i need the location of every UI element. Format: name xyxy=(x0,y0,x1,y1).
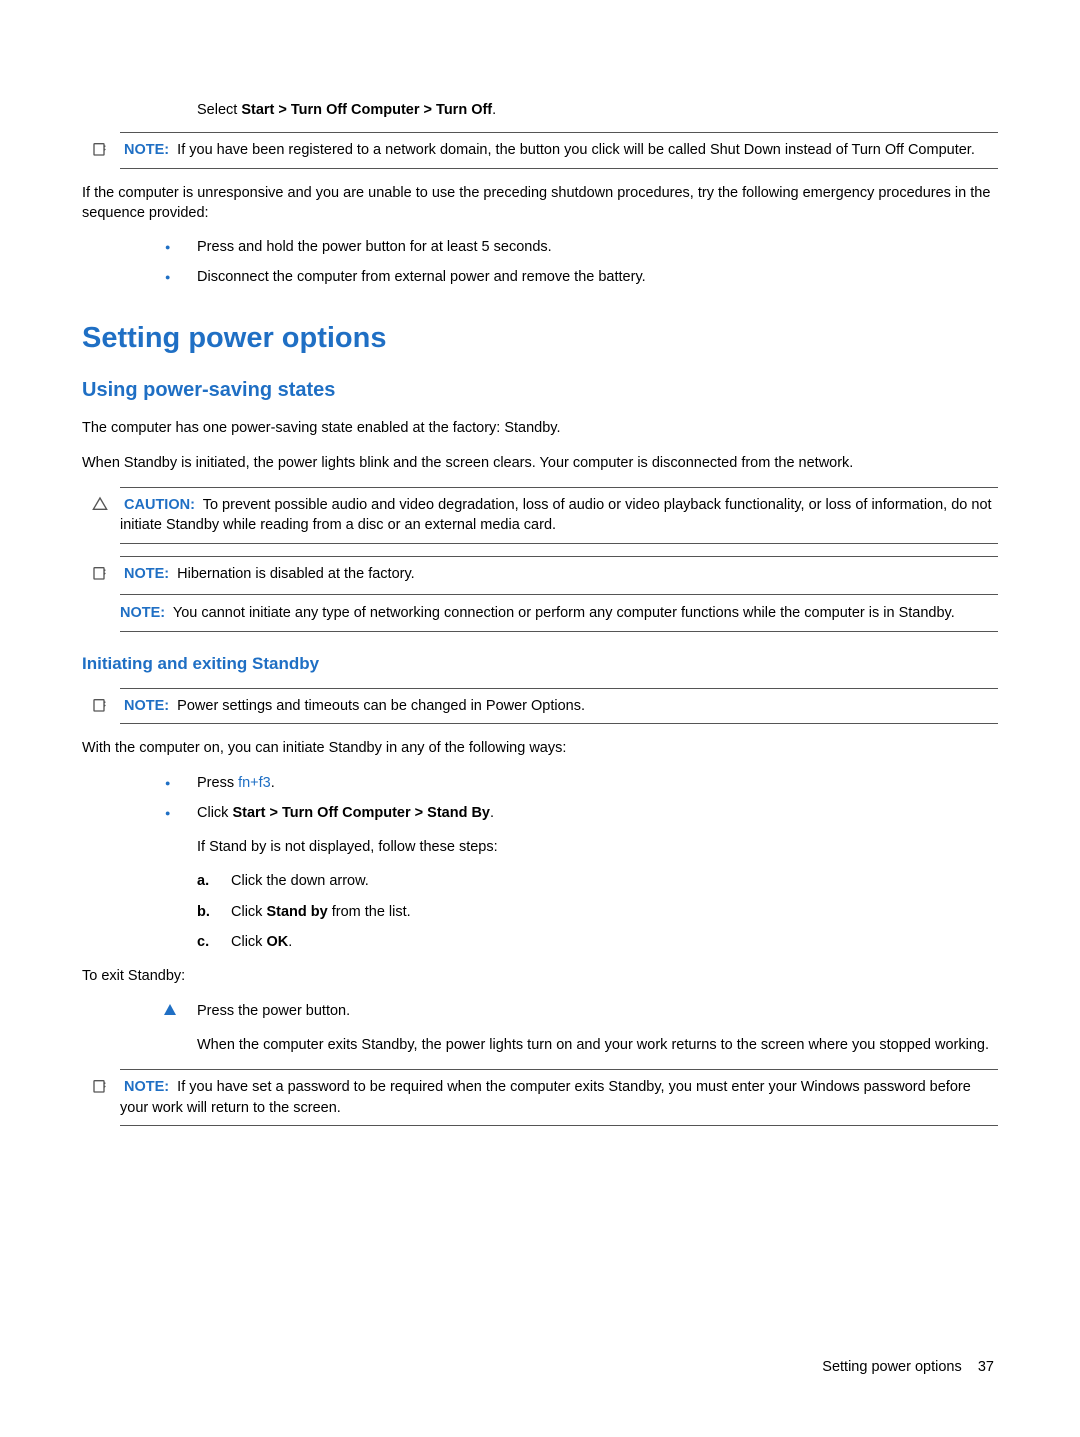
note-icon xyxy=(92,696,110,716)
step-post: from the list. xyxy=(328,904,411,920)
step-marker: c. xyxy=(197,932,209,952)
heading-initiating-standby: Initiating and exiting Standby xyxy=(82,652,998,676)
click-pre: Click xyxy=(197,805,232,821)
triangle-icon xyxy=(164,1004,176,1015)
para-if-not-displayed: If Stand by is not displayed, follow the… xyxy=(197,837,998,857)
caution-text: To prevent possible audio and video degr… xyxy=(120,497,992,533)
step-marker: a. xyxy=(197,871,209,891)
heading-setting-power: Setting power options xyxy=(82,318,998,359)
heading-using-states: Using power-saving states xyxy=(82,376,998,404)
page-footer: Setting power options 37 xyxy=(822,1357,994,1377)
note-label: NOTE: xyxy=(124,1079,169,1095)
step-pre: Click xyxy=(231,904,266,920)
step-marker: b. xyxy=(197,902,210,922)
press-pre: Press xyxy=(197,775,238,791)
note-hibernation-box: NOTE: Hibernation is disabled at the fac… xyxy=(120,556,998,633)
step-pre: Click xyxy=(231,934,266,950)
step-bold: OK xyxy=(266,934,288,950)
step-item: a. Click the down arrow. xyxy=(231,871,998,891)
note-standby-network: NOTE: You cannot initiate any type of ne… xyxy=(120,594,998,623)
exit-text: Press the power button. xyxy=(197,1003,350,1019)
note-power-options-box: NOTE: Power settings and timeouts can be… xyxy=(120,688,998,724)
para-unresponsive: If the computer is unresponsive and you … xyxy=(82,183,998,224)
hotkey-fn-f3: fn+f3 xyxy=(238,775,271,791)
select-prefix: Select xyxy=(197,102,241,118)
step-post: . xyxy=(288,934,292,950)
para-initiated: When Standby is initiated, the power lig… xyxy=(82,453,998,473)
caution-label: CAUTION: xyxy=(124,497,195,513)
caution-icon xyxy=(92,495,110,515)
steps-list: a. Click the down arrow. b. Click Stand … xyxy=(231,871,998,952)
step-bold: Stand by xyxy=(266,904,327,920)
note-text: Power settings and timeouts can be chang… xyxy=(177,698,585,714)
note-text: Hibernation is disabled at the factory. xyxy=(177,566,415,582)
exit-list: Press the power button. When the compute… xyxy=(197,1001,998,1056)
para-factory: The computer has one power-saving state … xyxy=(82,418,998,438)
footer-section: Setting power options xyxy=(822,1359,961,1375)
note-label: NOTE: xyxy=(124,566,169,582)
note-label: NOTE: xyxy=(124,142,169,158)
note-text: If you have been registered to a network… xyxy=(177,142,975,158)
step-item: b. Click Stand by from the list. xyxy=(231,902,998,922)
select-line: Select Start > Turn Off Computer > Turn … xyxy=(197,100,998,120)
caution-box: CAUTION: To prevent possible audio and v… xyxy=(120,487,998,544)
select-path: Start > Turn Off Computer > Turn Off xyxy=(241,102,492,118)
click-post: . xyxy=(490,805,494,821)
list-item: Disconnect the computer from external po… xyxy=(197,267,998,287)
note-domain-box: NOTE: If you have been registered to a n… xyxy=(120,132,998,168)
note-label: NOTE: xyxy=(124,698,169,714)
note-password-box: NOTE: If you have set a password to be r… xyxy=(120,1069,998,1126)
initiate-list: Press fn+f3. Click Start > Turn Off Comp… xyxy=(197,773,998,953)
step-text: Click the down arrow. xyxy=(231,873,369,889)
footer-page-number: 37 xyxy=(978,1359,994,1375)
click-path: Start > Turn Off Computer > Stand By xyxy=(232,805,490,821)
press-post: . xyxy=(271,775,275,791)
note-icon xyxy=(92,140,110,160)
list-item: Press and hold the power button for at l… xyxy=(197,237,998,257)
emergency-list: Press and hold the power button for at l… xyxy=(197,237,998,288)
exit-step: Press the power button. When the compute… xyxy=(197,1001,998,1056)
note-icon xyxy=(92,1077,110,1097)
note-label: NOTE: xyxy=(120,605,165,621)
para-to-exit: To exit Standby: xyxy=(82,966,998,986)
note-text: You cannot initiate any type of networki… xyxy=(173,605,955,621)
note-icon xyxy=(92,564,110,584)
list-item: Press fn+f3. xyxy=(197,773,998,793)
para-with-on: With the computer on, you can initiate S… xyxy=(82,738,998,758)
step-item: c. Click OK. xyxy=(231,932,998,952)
para-exit-result: When the computer exits Standby, the pow… xyxy=(197,1035,998,1055)
list-item: Click Start > Turn Off Computer > Stand … xyxy=(197,803,998,952)
select-suffix: . xyxy=(492,102,496,118)
note-text: If you have set a password to be require… xyxy=(120,1079,971,1115)
